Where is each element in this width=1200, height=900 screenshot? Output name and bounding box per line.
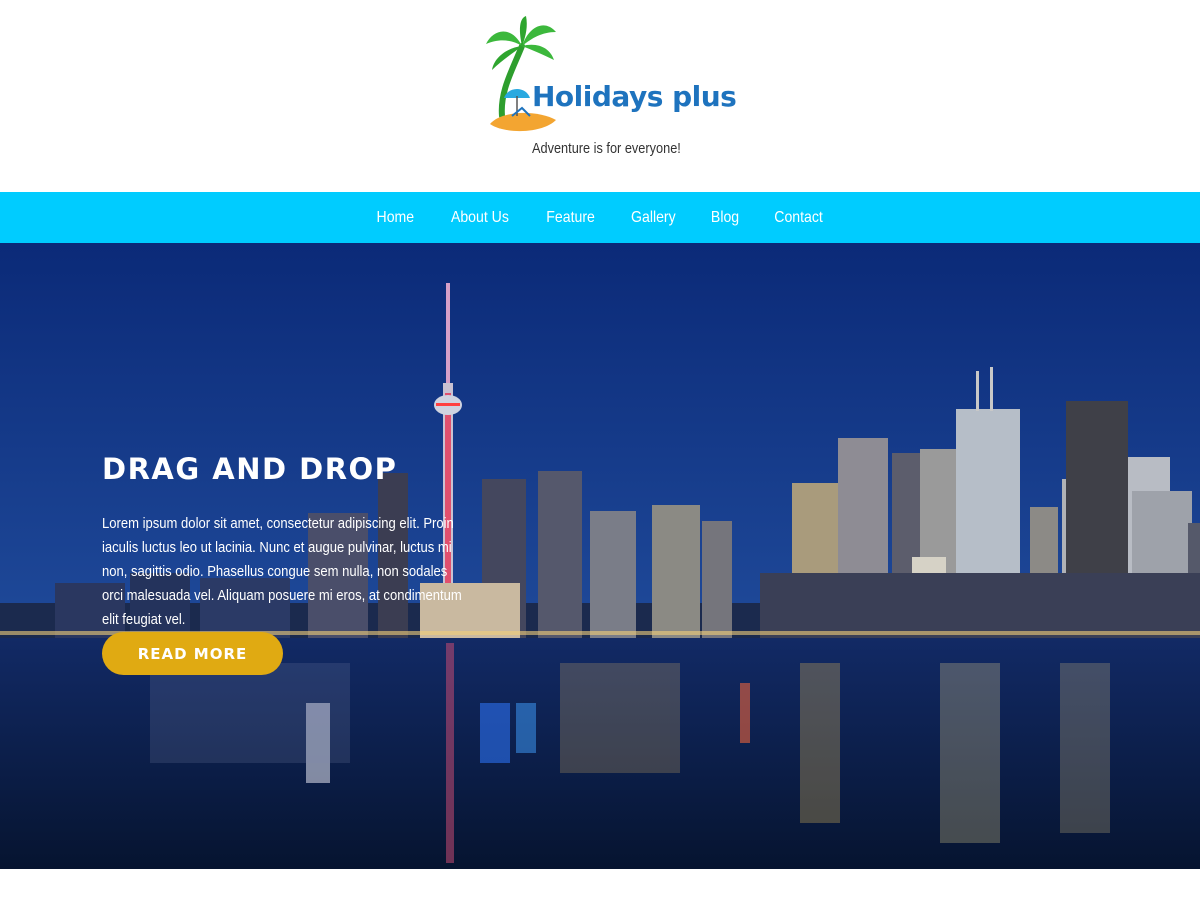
nav-item-gallery[interactable]: Gallery [618, 209, 689, 227]
nav-item-blog[interactable]: Blog [697, 209, 752, 227]
brand-name: Holidays plus [532, 80, 737, 113]
hero-title: DRAG AND DROP [102, 452, 398, 487]
nav-item-feature[interactable]: Feature [533, 209, 608, 227]
page-bottom-area [0, 869, 1200, 900]
site-tagline: Adventure is for everyone! [532, 140, 681, 157]
read-more-button[interactable]: READ MORE [102, 632, 283, 675]
palm-tree-logo-icon [486, 16, 556, 132]
site-logo[interactable]: Holidays plus [482, 16, 737, 136]
nav-item-about-us[interactable]: About Us [438, 209, 522, 227]
site-header: Holidays plus Adventure is for everyone!… [0, 0, 1200, 243]
main-nav: Home About Us Feature Gallery Blog Conta… [0, 192, 1200, 243]
nav-item-home[interactable]: Home [364, 209, 428, 227]
hero-description: Lorem ipsum dolor sit amet, consectetur … [102, 515, 462, 628]
hero-slider: DRAG AND DROP Lorem ipsum dolor sit amet… [0, 243, 1200, 869]
nav-item-contact[interactable]: Contact [761, 209, 836, 227]
